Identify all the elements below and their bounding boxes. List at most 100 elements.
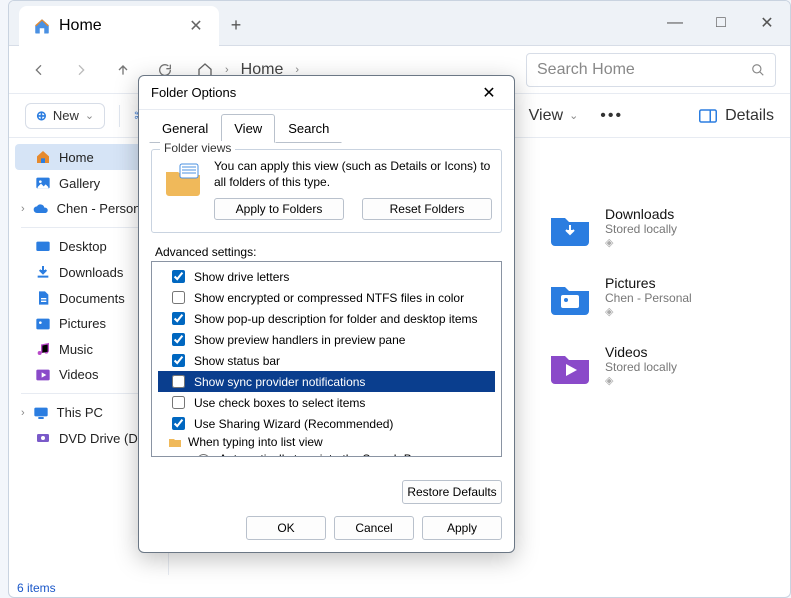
folder-options-dialog: Folder Options ✕ General View Search Fol… — [138, 75, 515, 553]
back-button[interactable] — [23, 54, 55, 86]
minimize-button[interactable]: — — [652, 1, 698, 45]
music-icon — [35, 341, 51, 357]
checkbox[interactable] — [172, 312, 185, 325]
checkbox[interactable] — [172, 354, 185, 367]
forward-button[interactable] — [65, 54, 97, 86]
videos-icon — [35, 368, 51, 382]
opt-preview-handlers[interactable]: Show preview handlers in preview pane — [158, 329, 495, 350]
close-button[interactable]: ✕ — [744, 1, 790, 45]
sidebar-item-label: Music — [59, 342, 93, 357]
folder-videos[interactable]: VideosStored locally◈ — [549, 344, 770, 387]
folder-sub: Chen - Personal — [605, 291, 692, 305]
pin-icon: ◈ — [605, 374, 677, 387]
download-icon — [35, 264, 51, 280]
checkbox[interactable] — [172, 417, 185, 430]
details-toggle[interactable]: Details — [699, 107, 774, 125]
checkbox[interactable] — [172, 333, 185, 346]
opt-typing-category[interactable]: When typing into list view — [158, 434, 495, 450]
pin-icon: ◈ — [605, 236, 677, 249]
cancel-button[interactable]: Cancel — [334, 516, 414, 540]
tab-close-icon[interactable]: ✕ — [187, 17, 205, 35]
folder-views-desc: You can apply this view (such as Details… — [214, 158, 492, 190]
divider — [119, 105, 120, 127]
opt-popup-desc[interactable]: Show pop-up description for folder and d… — [158, 308, 495, 329]
tab-search[interactable]: Search — [275, 114, 342, 143]
opt-auto-search[interactable]: Automatically type into the Search Box — [158, 450, 495, 457]
option-label: Show drive letters — [194, 270, 289, 284]
dialog-close-button[interactable]: ✕ — [476, 80, 502, 106]
plus-icon: ⊕ — [36, 108, 47, 124]
advanced-settings-list[interactable]: Show drive letters Show encrypted or com… — [151, 261, 502, 457]
pictures-icon — [35, 317, 51, 331]
pin-icon: ◈ — [605, 305, 692, 318]
opt-sharing-wizard[interactable]: Use Sharing Wizard (Recommended) — [158, 413, 495, 434]
apply-to-folders-button[interactable]: Apply to Folders — [214, 198, 344, 220]
tab-title: Home — [59, 17, 102, 35]
home-icon — [33, 17, 51, 35]
folder-sub: Stored locally — [605, 360, 677, 374]
documents-icon — [35, 290, 51, 306]
chevron-right-icon[interactable]: › — [295, 64, 299, 76]
folder-sub: Stored locally — [605, 222, 677, 236]
radio[interactable] — [197, 454, 210, 457]
view-menu[interactable]: View ⌄ — [529, 107, 579, 125]
new-button[interactable]: ⊕ New ⌄ — [25, 103, 105, 129]
search-icon — [751, 63, 765, 77]
sidebar-item-label: Videos — [59, 367, 99, 382]
folder-name: Downloads — [605, 206, 677, 222]
checkbox[interactable] — [172, 375, 185, 388]
tab-view[interactable]: View — [221, 114, 275, 143]
option-label: Use Sharing Wizard (Recommended) — [194, 417, 393, 431]
divider — [21, 227, 156, 228]
checkbox[interactable] — [172, 270, 185, 283]
checkbox[interactable] — [172, 291, 185, 304]
maximize-button[interactable]: □ — [698, 1, 744, 45]
chevron-right-icon[interactable]: › — [21, 407, 25, 419]
opt-status-bar[interactable]: Show status bar — [158, 350, 495, 371]
sidebar-item-label: Pictures — [59, 316, 106, 331]
desktop-icon — [35, 240, 51, 254]
new-tab-button[interactable]: + — [219, 6, 253, 45]
search-placeholder: Search Home — [537, 61, 635, 79]
option-label: Show sync provider notifications — [194, 375, 365, 389]
reset-folders-button[interactable]: Reset Folders — [362, 198, 492, 220]
sidebar-item-label: Documents — [59, 291, 125, 306]
up-button[interactable] — [107, 54, 139, 86]
ok-button[interactable]: OK — [246, 516, 326, 540]
chevron-down-icon: ⌄ — [85, 109, 94, 122]
checkbox[interactable] — [172, 396, 185, 409]
pictures-folder-icon — [549, 279, 591, 315]
folder-icon — [168, 436, 182, 448]
opt-ntfs-color[interactable]: Show encrypted or compressed NTFS files … — [158, 287, 495, 308]
sidebar-item-label: This PC — [57, 405, 103, 420]
opt-drive-letters[interactable]: Show drive letters — [158, 266, 495, 287]
opt-checkboxes[interactable]: Use check boxes to select items — [158, 392, 495, 413]
apply-button[interactable]: Apply — [422, 516, 502, 540]
sidebar-item-label: Downloads — [59, 265, 123, 280]
opt-sync-notifications[interactable]: Show sync provider notifications — [158, 371, 495, 392]
downloads-folder-icon — [549, 210, 591, 246]
chevron-down-icon: ⌄ — [569, 109, 578, 122]
tab-home[interactable]: Home ✕ — [19, 6, 219, 46]
tab-general[interactable]: General — [149, 114, 221, 143]
view-label: View — [529, 107, 563, 125]
folder-name: Videos — [605, 344, 677, 360]
sidebar-item-label: Gallery — [59, 176, 100, 191]
disc-icon — [35, 430, 51, 446]
dialog-buttons: Restore Defaults OK Cancel Apply — [139, 472, 514, 552]
chevron-right-icon[interactable]: › — [21, 203, 25, 215]
option-label: Show preview handlers in preview pane — [194, 333, 405, 347]
sidebar-item-label: Home — [59, 150, 94, 165]
pc-icon — [33, 406, 49, 420]
folder-downloads[interactable]: DownloadsStored locally◈ — [549, 206, 770, 249]
status-bar: 6 items — [17, 581, 56, 595]
option-label: Show pop-up description for folder and d… — [194, 312, 478, 326]
search-box[interactable]: Search Home — [526, 53, 776, 87]
folder-pictures[interactable]: PicturesChen - Personal◈ — [549, 275, 770, 318]
divider — [21, 393, 156, 394]
home-icon — [35, 149, 51, 165]
more-button[interactable]: ••• — [592, 107, 631, 125]
restore-defaults-button[interactable]: Restore Defaults — [402, 480, 502, 504]
option-label: Automatically type into the Search Box — [219, 452, 424, 457]
sidebar-item-label: Chen - Personal — [57, 201, 151, 216]
